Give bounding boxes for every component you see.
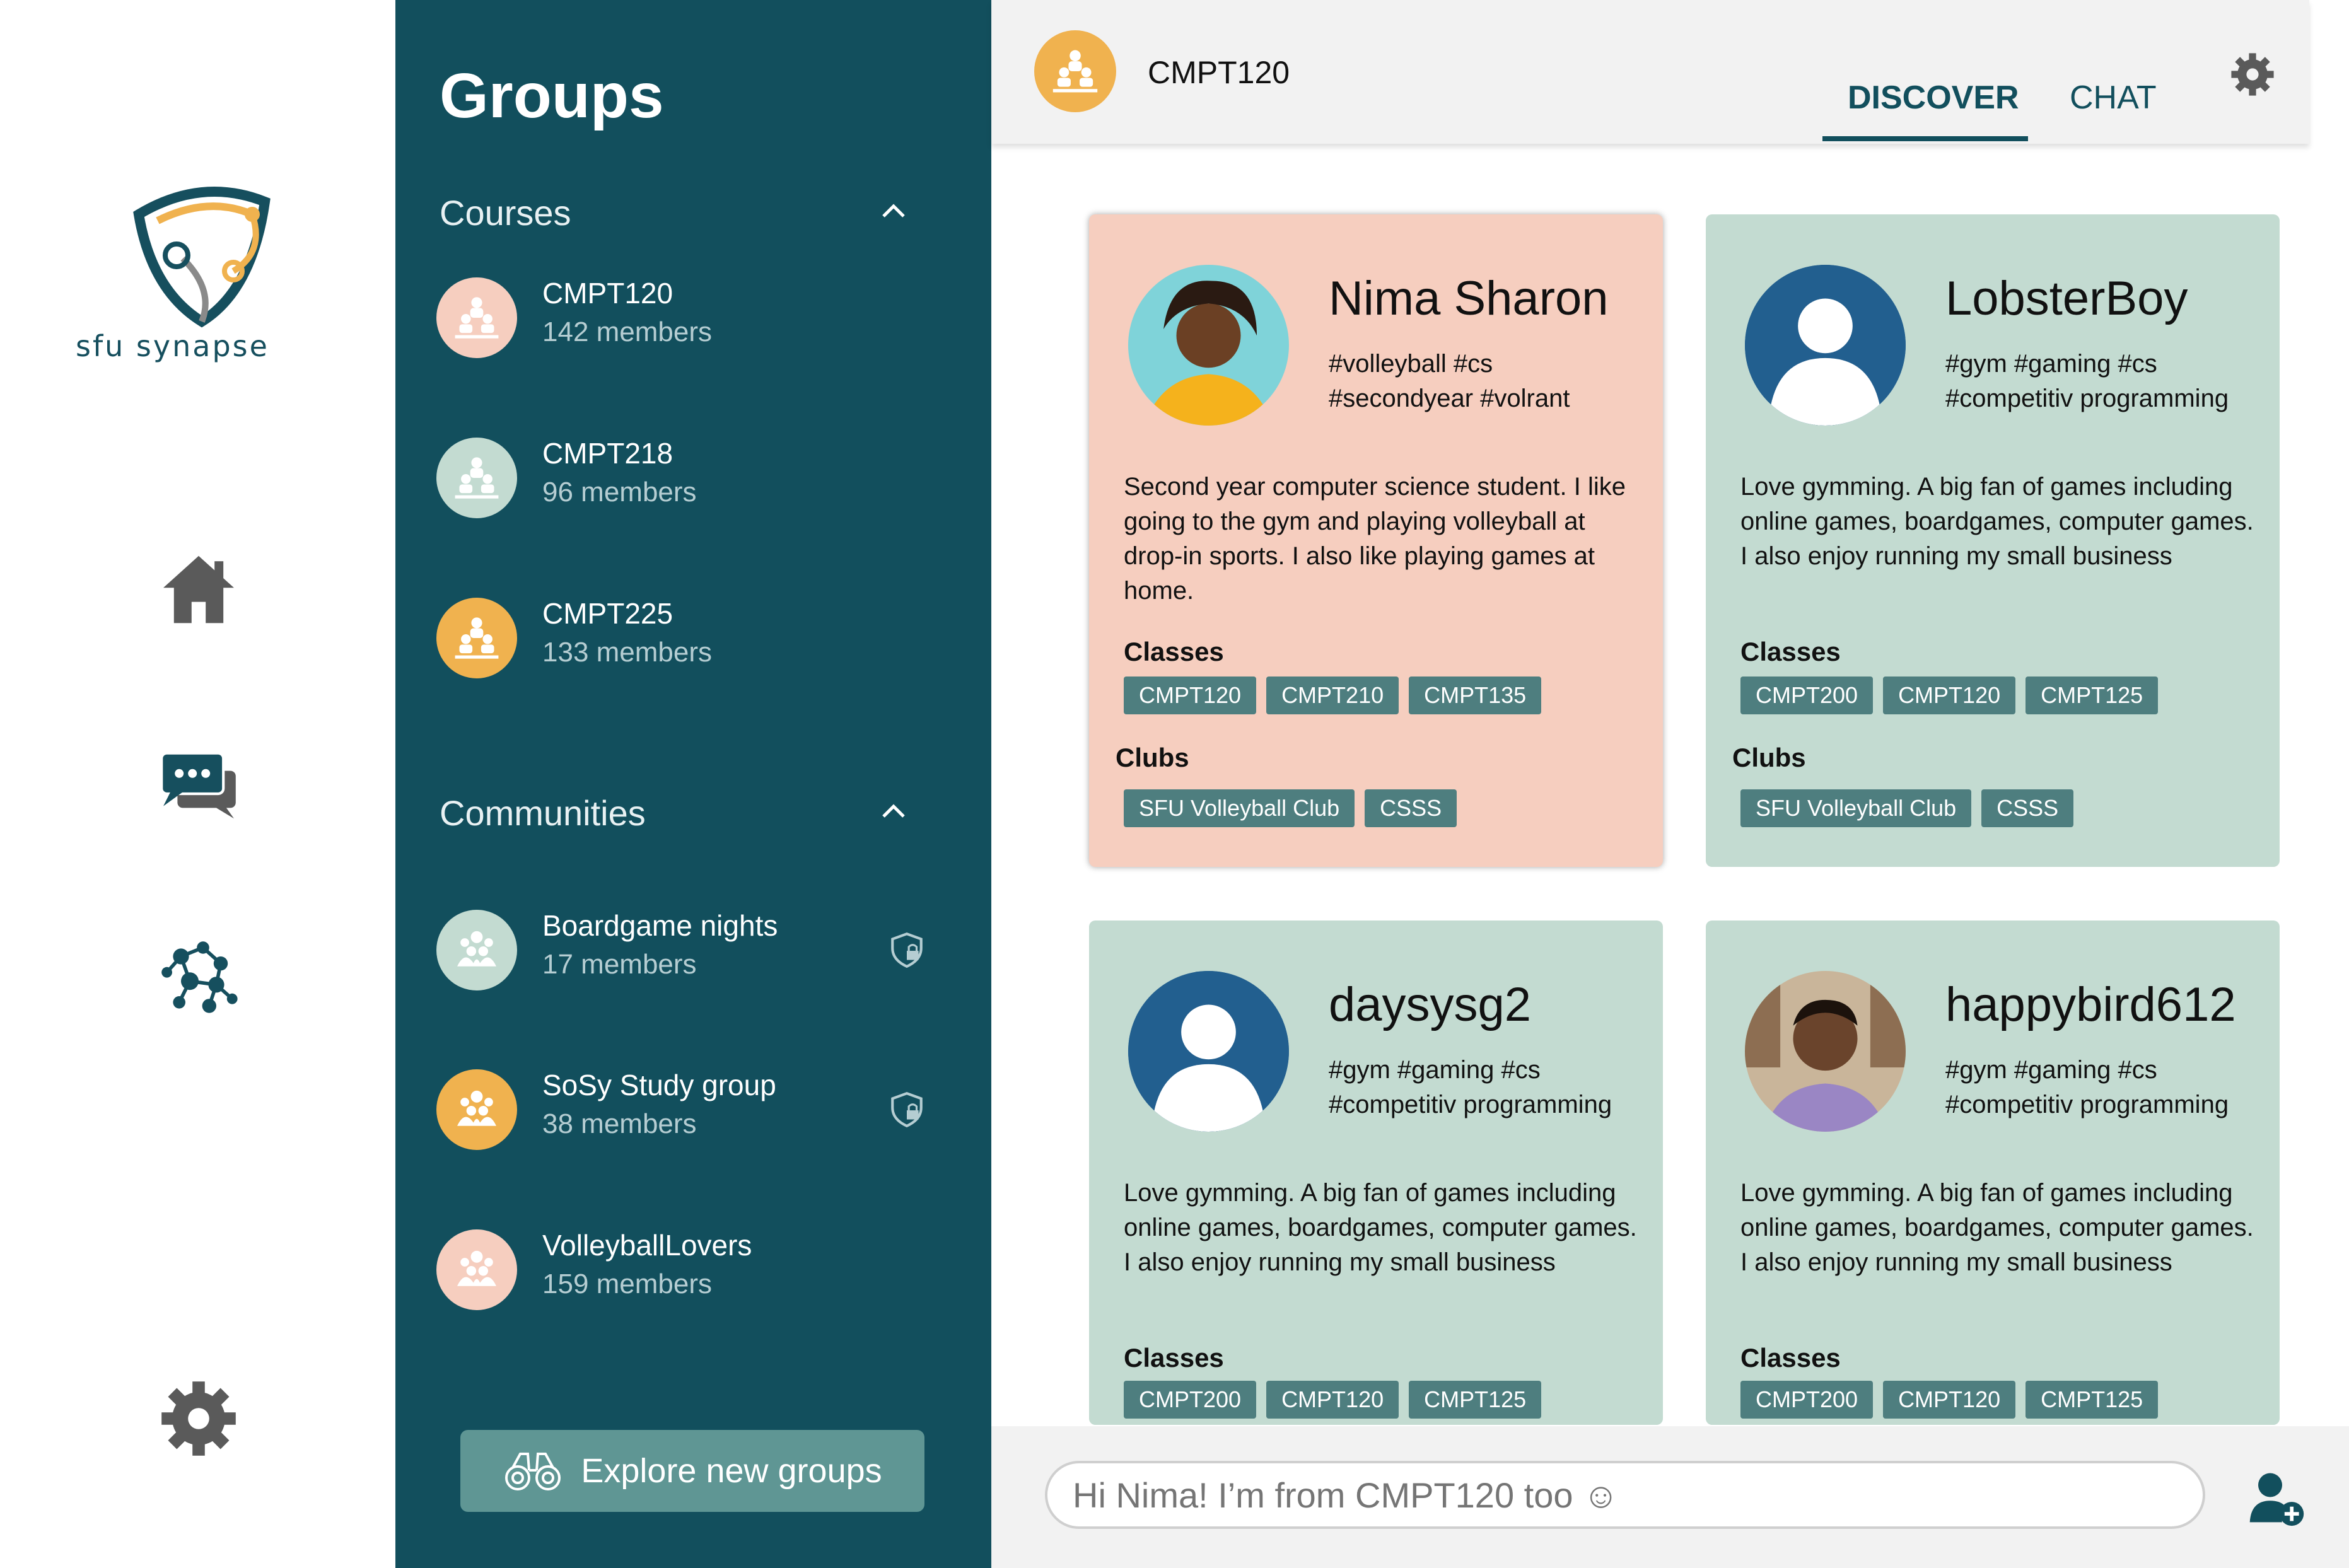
- member-count: 133 members: [542, 637, 713, 668]
- clubs-label: Clubs: [1732, 743, 1806, 772]
- username: daysysg2: [1329, 978, 1532, 1031]
- member-count: 17 members: [542, 949, 697, 980]
- bio: Love gymming. A big fan of games includi…: [1740, 473, 2254, 570]
- profile-photo: [1745, 971, 1906, 1132]
- community-item-sosy-study-group[interactable]: SoSy Study group 38 members: [436, 1064, 966, 1159]
- group-title: CMPT120: [1148, 55, 1290, 90]
- community-item-boardgame-nights[interactable]: Boardgame nights 17 members: [436, 905, 966, 999]
- course-item-cmpt120[interactable]: CMPT120 142 members: [436, 272, 966, 367]
- bio: Love gymming. A big fan of games includi…: [1740, 1179, 2254, 1276]
- club-pill[interactable]: SFU Volleyball Club: [1740, 789, 1972, 827]
- bio: Second year computer science student. I …: [1124, 473, 1626, 605]
- class-pill[interactable]: CMPT125: [2026, 1381, 2159, 1419]
- club-pill[interactable]: CSSS: [1365, 789, 1457, 827]
- classes-label: Classes: [1124, 637, 1224, 666]
- course-item-cmpt225[interactable]: CMPT225 133 members: [436, 593, 966, 687]
- group-name: SoSy Study group: [542, 1069, 776, 1101]
- default-avatar-icon: [1128, 971, 1289, 1132]
- class-pill[interactable]: CMPT120: [1883, 677, 2016, 714]
- add-user-icon[interactable]: [2246, 1467, 2306, 1527]
- classes-label: Classes: [1740, 1343, 1841, 1373]
- tab-chat[interactable]: CHAT: [2070, 79, 2157, 117]
- class-pill[interactable]: CMPT200: [1124, 1381, 1257, 1419]
- group-avatar-icon: [1034, 30, 1116, 112]
- community-avatar-icon: [436, 910, 517, 990]
- message-bar: [991, 1426, 2349, 1568]
- chevron-up-icon[interactable]: [875, 192, 912, 230]
- community-avatar-icon: [436, 1229, 517, 1310]
- profile-photo: [1128, 265, 1289, 426]
- courses-heading: Courses: [440, 193, 571, 233]
- member-count: 159 members: [542, 1269, 713, 1299]
- chevron-up-icon[interactable]: [875, 793, 912, 830]
- member-count: 96 members: [542, 477, 697, 508]
- class-pill[interactable]: CMPT120: [1124, 677, 1257, 714]
- hashtags: #gym #gaming #cs #competitiv programming: [1945, 350, 2229, 412]
- class-pill[interactable]: CMPT210: [1266, 677, 1399, 714]
- profile-card-daysysg2[interactable]: daysysg2 #gym #gaming #cs #competitiv pr…: [1089, 920, 1663, 1425]
- home-icon[interactable]: [151, 542, 246, 637]
- explore-groups-label: Explore new groups: [581, 1452, 882, 1490]
- username: happybird612: [1945, 978, 2236, 1031]
- main-area: CMPT120 DISCOVER CHAT Nima Sharon #volle…: [991, 0, 2349, 1568]
- group-name: CMPT225: [542, 597, 673, 630]
- groups-panel: Groups Courses CMPT120 142 members CMPT2…: [395, 0, 991, 1568]
- profile-card-happybird612[interactable]: happybird612 #gym #gaming #cs #competiti…: [1706, 920, 2280, 1425]
- username: Nima Sharon: [1329, 272, 1609, 325]
- tab-discover[interactable]: DISCOVER: [1848, 79, 2019, 117]
- group-name: VolleyballLovers: [542, 1229, 752, 1262]
- username: LobsterBoy: [1945, 272, 2188, 325]
- active-tab-indicator: [1822, 136, 2028, 141]
- bio: Love gymming. A big fan of games includi…: [1124, 1179, 1637, 1276]
- club-pill[interactable]: CSSS: [1981, 789, 2074, 827]
- community-item-volleyballlovers[interactable]: VolleyballLovers 159 members: [436, 1224, 966, 1319]
- panel-title: Groups: [440, 61, 664, 131]
- group-name: CMPT120: [542, 277, 673, 310]
- clubs-label: Clubs: [1116, 743, 1189, 772]
- profile-card-nima-sharon[interactable]: Nima Sharon #volleyball #cs #secondyear …: [1089, 214, 1663, 867]
- club-pill[interactable]: SFU Volleyball Club: [1124, 789, 1355, 827]
- class-pill[interactable]: CMPT200: [1740, 1381, 1874, 1419]
- class-pill[interactable]: CMPT120: [1266, 1381, 1399, 1419]
- message-input[interactable]: [1045, 1461, 2205, 1529]
- class-pill[interactable]: CMPT200: [1740, 677, 1874, 714]
- shield-lock-icon: [891, 932, 923, 968]
- binoculars-icon: [505, 1453, 561, 1490]
- logo-wordmark: sfu synapse: [76, 329, 269, 363]
- course-item-cmpt218[interactable]: CMPT218 96 members: [436, 433, 966, 527]
- community-avatar-icon: [436, 1069, 517, 1150]
- classes-label: Classes: [1740, 637, 1841, 666]
- explore-groups-button[interactable]: Explore new groups: [460, 1430, 924, 1512]
- group-avatar-icon: [436, 277, 517, 358]
- class-pill[interactable]: CMPT125: [1409, 1381, 1542, 1419]
- group-header: CMPT120 DISCOVER CHAT: [991, 0, 2309, 144]
- class-pill[interactable]: CMPT125: [2026, 677, 2159, 714]
- hashtags: #gym #gaming #cs #competitiv programming: [1945, 1056, 2229, 1118]
- member-count: 38 members: [542, 1108, 697, 1139]
- gear-icon[interactable]: [151, 1371, 246, 1466]
- left-rail: sfu synapse: [0, 0, 395, 1568]
- communities-heading: Communities: [440, 793, 646, 833]
- member-count: 142 members: [542, 317, 713, 347]
- class-pill[interactable]: CMPT120: [1883, 1381, 2016, 1419]
- classes-label: Classes: [1124, 1343, 1224, 1373]
- shield-lock-icon: [891, 1092, 923, 1128]
- settings-gear-icon[interactable]: [2227, 49, 2278, 100]
- profile-card-lobsterboy[interactable]: LobsterBoy #gym #gaming #cs #competitiv …: [1706, 214, 2280, 867]
- chat-bubbles-icon[interactable]: [151, 738, 246, 832]
- hashtags: #volleyball #cs #secondyear #volrant: [1329, 350, 1570, 412]
- group-avatar-icon: [436, 598, 517, 678]
- network-icon[interactable]: [151, 927, 246, 1021]
- class-pill[interactable]: CMPT135: [1409, 677, 1542, 714]
- group-name: Boardgame nights: [542, 909, 778, 942]
- default-avatar-icon: [1745, 265, 1906, 426]
- group-name: CMPT218: [542, 437, 673, 470]
- hashtags: #gym #gaming #cs #competitiv programming: [1329, 1056, 1612, 1118]
- group-avatar-icon: [436, 438, 517, 518]
